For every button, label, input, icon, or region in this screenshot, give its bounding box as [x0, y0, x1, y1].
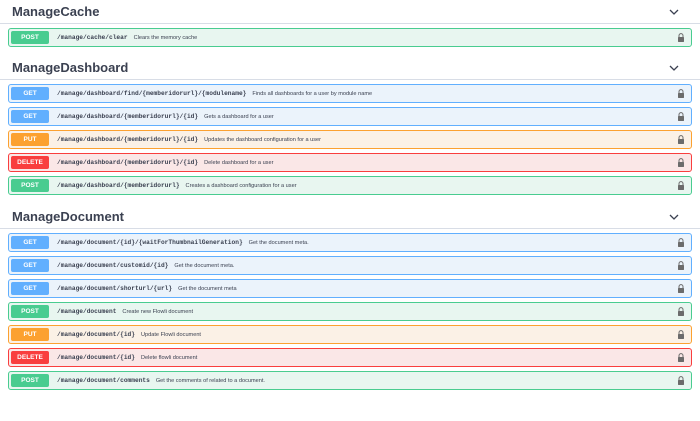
- lock-icon[interactable]: [677, 112, 685, 122]
- operation-row[interactable]: PUT /manage/dashboard/{memberidorurl}/{i…: [8, 130, 692, 149]
- lock-icon[interactable]: [677, 330, 685, 340]
- method-badge: DELETE: [11, 156, 49, 169]
- method-badge: PUT: [11, 328, 49, 341]
- operation-row[interactable]: DELETE /manage/document/{id} Delete flow…: [8, 348, 692, 367]
- operation-summary: Updates the dashboard configuration for …: [204, 136, 322, 143]
- operation-path: /manage/dashboard/{memberidorurl}/{id}: [57, 136, 199, 143]
- operation-path: /manage/document/{id}/{waitForThumbnailG…: [57, 239, 243, 246]
- lock-icon[interactable]: [677, 89, 685, 99]
- lock-icon[interactable]: [677, 353, 685, 363]
- method-badge: POST: [11, 305, 49, 318]
- chevron-down-icon[interactable]: [668, 6, 680, 18]
- operation-path: /manage/document: [57, 308, 117, 315]
- operation-row[interactable]: GET /manage/document/customid/{id} Get t…: [8, 256, 692, 275]
- operation-path: /manage/cache/clear: [57, 34, 128, 41]
- operation-row[interactable]: GET /manage/document/shorturl/{url} Get …: [8, 279, 692, 298]
- section-title: ManageDashboard: [12, 60, 129, 75]
- lock-icon[interactable]: [677, 284, 685, 294]
- lock-icon[interactable]: [677, 33, 685, 43]
- operation-path: /manage/document/shorturl/{url}: [57, 285, 173, 292]
- operation-summary: Creates a dashboard configuration for a …: [185, 182, 297, 189]
- method-badge: GET: [11, 110, 49, 123]
- operation-summary: Delete dashboard for a user: [204, 159, 274, 166]
- swagger-page: ManageCache POST /manage/cache/clear Cle…: [0, 0, 700, 421]
- lock-icon[interactable]: [677, 238, 685, 248]
- operation-row[interactable]: POST /manage/document/comments Get the c…: [8, 371, 692, 390]
- method-badge: POST: [11, 179, 49, 192]
- operation-summary: Finds all dashboards for a user by modul…: [252, 90, 373, 97]
- operation-summary: Get the document meta.: [248, 239, 309, 246]
- section-header-managedocument[interactable]: ManageDocument: [0, 205, 700, 229]
- method-badge: DELETE: [11, 351, 49, 364]
- operation-row[interactable]: GET /manage/document/{id}/{waitForThumbn…: [8, 233, 692, 252]
- operations-managedashboard: GET /manage/dashboard/find/{memberidorur…: [0, 84, 700, 195]
- operation-row[interactable]: PUT /manage/document/{id} Update Flowli …: [8, 325, 692, 344]
- operation-summary: Gets a dashboard for a user: [204, 113, 274, 120]
- operation-row[interactable]: GET /manage/dashboard/{memberidorurl}/{i…: [8, 107, 692, 126]
- method-badge: POST: [11, 374, 49, 387]
- section-title: ManageDocument: [12, 209, 124, 224]
- operation-path: /manage/document/{id}: [57, 354, 135, 361]
- method-badge: GET: [11, 87, 49, 100]
- operation-path: /manage/dashboard/find/{memberidorurl}/{…: [57, 90, 247, 97]
- operation-row[interactable]: DELETE /manage/dashboard/{memberidorurl}…: [8, 153, 692, 172]
- operation-path: /manage/dashboard/{memberidorurl}/{id}: [57, 159, 199, 166]
- section-title: ManageCache: [12, 4, 100, 19]
- operation-summary: Get the document meta.: [174, 262, 235, 269]
- operation-row[interactable]: POST /manage/dashboard/{memberidorurl} C…: [8, 176, 692, 195]
- lock-icon[interactable]: [677, 135, 685, 145]
- chevron-down-icon[interactable]: [668, 62, 680, 74]
- method-badge: GET: [11, 282, 49, 295]
- operations-managedocument: GET /manage/document/{id}/{waitForThumbn…: [0, 233, 700, 390]
- section-header-managecache[interactable]: ManageCache: [0, 0, 700, 24]
- operation-row[interactable]: POST /manage/document Create new Flowli …: [8, 302, 692, 321]
- chevron-down-icon[interactable]: [668, 211, 680, 223]
- lock-icon[interactable]: [677, 376, 685, 386]
- operation-summary: Create new Flowli document: [122, 308, 193, 315]
- operation-row[interactable]: POST /manage/cache/clear Clears the memo…: [8, 28, 692, 47]
- method-badge: GET: [11, 259, 49, 272]
- operation-summary: Update Flowli document: [140, 331, 201, 338]
- operation-summary: Get the comments of related to a documen…: [155, 377, 265, 384]
- operation-summary: Clears the memory cache: [133, 34, 198, 41]
- operation-path: /manage/document/customid/{id}: [57, 262, 169, 269]
- section-header-managedashboard[interactable]: ManageDashboard: [0, 56, 700, 80]
- operation-path: /manage/document/{id}: [57, 331, 135, 338]
- operation-summary: Delete flowli document: [140, 354, 198, 361]
- lock-icon[interactable]: [677, 261, 685, 271]
- method-badge: PUT: [11, 133, 49, 146]
- operation-path: /manage/dashboard/{memberidorurl}/{id}: [57, 113, 199, 120]
- lock-icon[interactable]: [677, 307, 685, 317]
- lock-icon[interactable]: [677, 181, 685, 191]
- lock-icon[interactable]: [677, 158, 685, 168]
- operations-managecache: POST /manage/cache/clear Clears the memo…: [0, 28, 700, 47]
- method-badge: POST: [11, 31, 49, 44]
- operation-path: /manage/dashboard/{memberidorurl}: [57, 182, 180, 189]
- operation-path: /manage/document/comments: [57, 377, 150, 384]
- operation-summary: Get the document meta: [178, 285, 237, 292]
- method-badge: GET: [11, 236, 49, 249]
- operation-row[interactable]: GET /manage/dashboard/find/{memberidorur…: [8, 84, 692, 103]
